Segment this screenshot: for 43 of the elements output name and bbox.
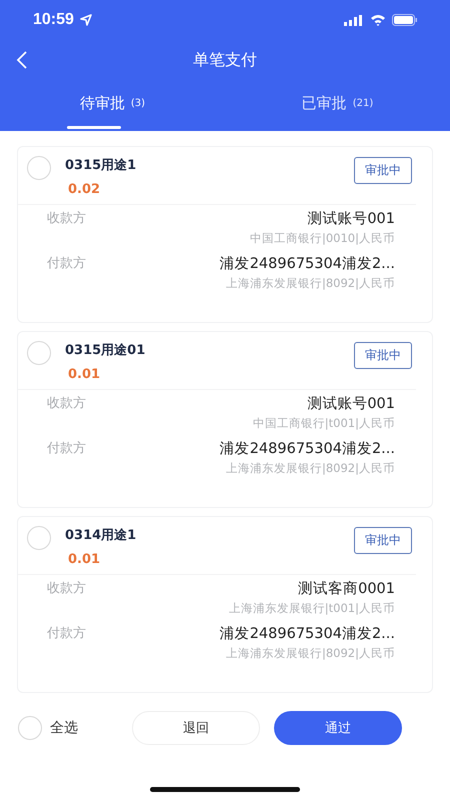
payer-name: 浦发2489675304浦发2... [220, 440, 395, 458]
payer-name: 浦发2489675304浦发2... [220, 625, 395, 643]
select-all-label[interactable]: 全选 [50, 719, 132, 737]
payment-title: 0315用途1 [65, 157, 138, 175]
payer-bank: 上海浦东发展银行|8092|人民币 [226, 646, 395, 661]
payee-name: 测试客商0001 [298, 580, 395, 598]
select-checkbox[interactable] [27, 156, 51, 180]
reject-button[interactable]: 退回 [132, 711, 260, 745]
payee-label: 收款方 [47, 395, 86, 413]
payment-title: 0314用途1 [65, 527, 138, 545]
wifi-icon [370, 14, 386, 26]
signal-icon [344, 14, 364, 26]
payment-amount: 0.01 [68, 367, 102, 382]
payer-label: 付款方 [47, 625, 86, 643]
payer-label: 付款方 [47, 440, 86, 458]
payee-bank: 中国工商银行|0010|人民币 [250, 231, 395, 246]
select-checkbox[interactable] [27, 526, 51, 550]
payee-label: 收款方 [47, 580, 86, 598]
payer-bank: 上海浦东发展银行|8092|人民币 [226, 276, 395, 291]
tab[interactable]: 待审批 (3) [0, 80, 225, 131]
payee-bank: 中国工商银行|t001|人民币 [252, 416, 395, 431]
select-all-checkbox[interactable] [18, 716, 42, 740]
payment-amount: 0.01 [68, 552, 102, 567]
back-icon[interactable] [16, 50, 28, 70]
approve-button[interactable]: 通过 [274, 711, 402, 745]
payer-bank: 上海浦东发展银行|8092|人民币 [226, 461, 395, 476]
payee-bank: 上海浦东发展银行|t001|人民币 [228, 601, 395, 616]
page-title: 单笔支付 [193, 50, 257, 70]
status-tag: 审批中 [354, 527, 412, 554]
payment-amount: 0.02 [68, 182, 102, 197]
tab[interactable]: 已审批 (21) [225, 80, 450, 131]
status-time: 10:59 [33, 11, 74, 29]
payee-label: 收款方 [47, 210, 86, 228]
select-checkbox[interactable] [27, 341, 51, 365]
status-tag: 审批中 [354, 157, 412, 184]
payment-title: 0315用途01 [65, 342, 146, 360]
payee-name: 测试账号001 [307, 395, 395, 413]
location-arrow-icon [80, 14, 92, 26]
battery-icon [392, 14, 418, 26]
payer-label: 付款方 [47, 255, 86, 273]
payee-name: 测试账号001 [307, 210, 395, 228]
payer-name: 浦发2489675304浦发2... [220, 255, 395, 273]
status-tag: 审批中 [354, 342, 412, 369]
